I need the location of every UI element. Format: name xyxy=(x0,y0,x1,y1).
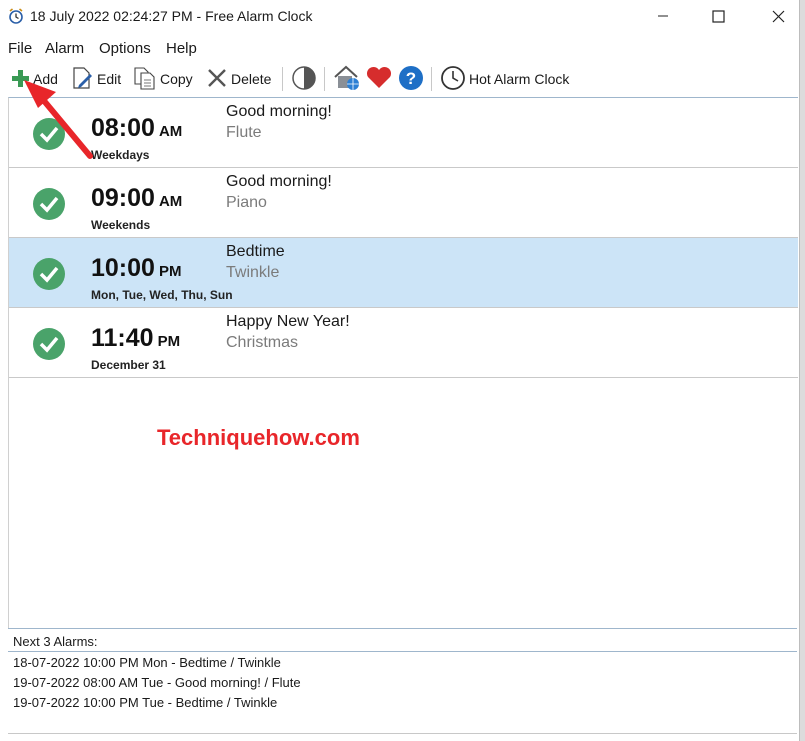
annotation-arrow-icon xyxy=(24,80,93,159)
